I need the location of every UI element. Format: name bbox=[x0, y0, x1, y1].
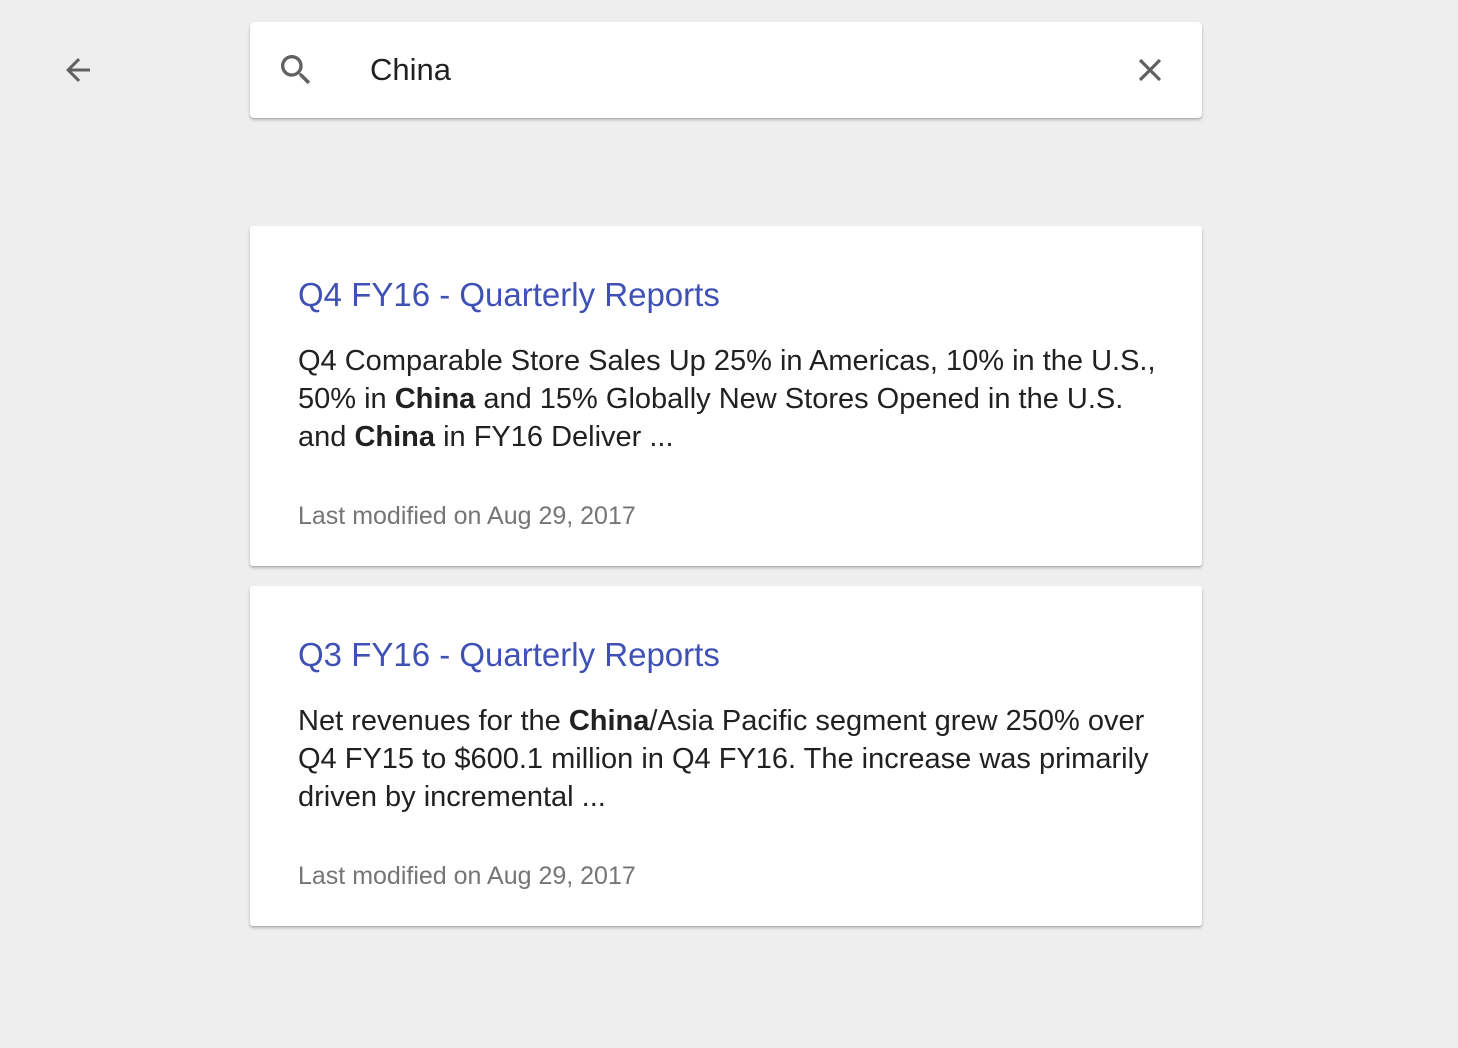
result-snippet: Net revenues for the China/Asia Pacific … bbox=[298, 702, 1168, 816]
result-title-link[interactable]: Q4 FY16 - Quarterly Reports bbox=[298, 274, 720, 316]
clear-search-button[interactable] bbox=[1130, 50, 1170, 90]
result-snippet: Q4 Comparable Store Sales Up 25% in Amer… bbox=[298, 342, 1168, 456]
last-modified-text: Last modified on Aug 29, 2017 bbox=[298, 502, 636, 530]
search-bar bbox=[250, 22, 1202, 118]
arrow-back-icon bbox=[66, 58, 90, 82]
close-icon bbox=[1138, 58, 1162, 82]
search-input[interactable] bbox=[370, 48, 1110, 92]
snippet-highlight: China bbox=[394, 383, 476, 415]
snippet-highlight: China bbox=[568, 705, 650, 737]
result-title-link[interactable]: Q3 FY16 - Quarterly Reports bbox=[298, 634, 720, 676]
search-icon bbox=[276, 50, 316, 90]
snippet-text: Net revenues for the bbox=[298, 705, 569, 737]
result-card: Q4 FY16 - Quarterly Reports Q4 Comparabl… bbox=[250, 226, 1202, 566]
snippet-text: in FY16 Deliver ... bbox=[435, 421, 674, 453]
back-button[interactable] bbox=[52, 44, 104, 96]
result-card: Q3 FY16 - Quarterly Reports Net revenues… bbox=[250, 586, 1202, 926]
snippet-highlight: China bbox=[354, 421, 436, 453]
last-modified-text: Last modified on Aug 29, 2017 bbox=[298, 862, 636, 890]
